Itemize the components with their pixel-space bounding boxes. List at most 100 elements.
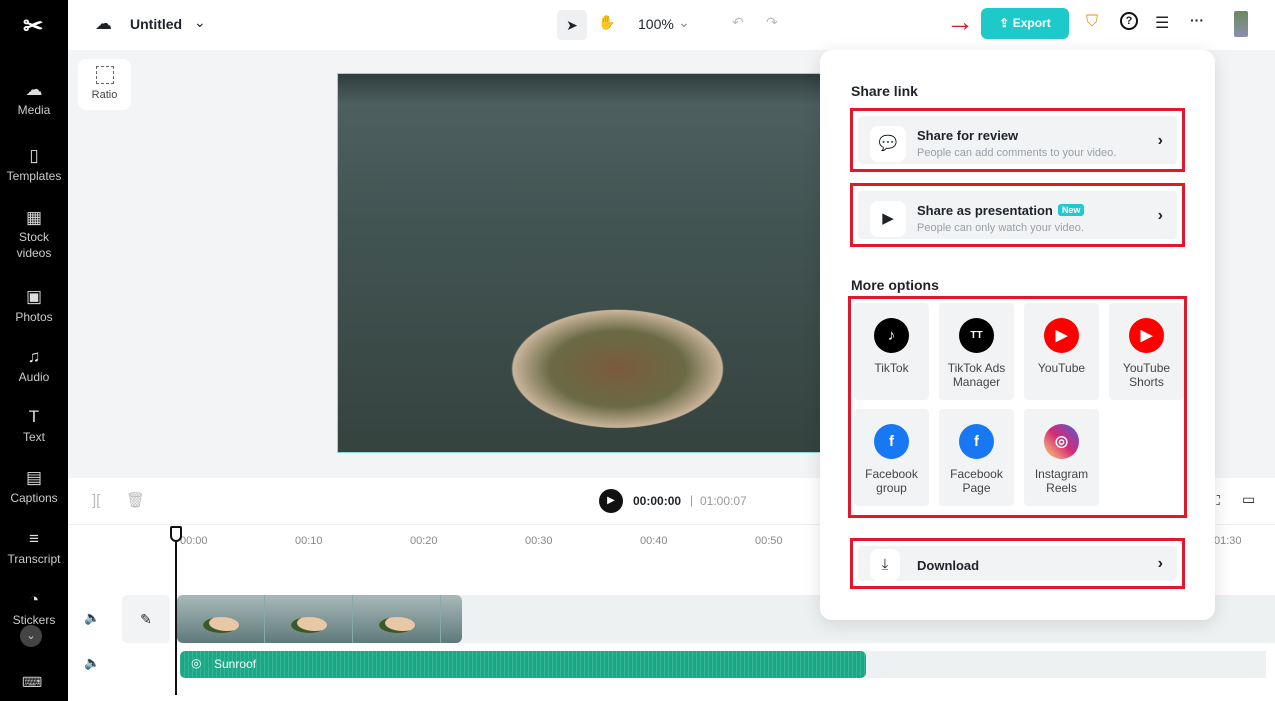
annotation-arrow: → (946, 6, 974, 37)
platform-label: Facebook group (865, 467, 918, 495)
sidebar-item-audio[interactable]: ♫ Audio (0, 347, 68, 384)
sidebar-item-photos[interactable]: ▣ Photos (0, 287, 68, 324)
cloud-upload-icon: ☁ (25, 80, 43, 99)
tiktok-ads-manager-icon: TT (959, 318, 994, 353)
sidebar-item-transcript[interactable]: ≡ Transcript (0, 529, 68, 566)
keyboard-icon[interactable]: ⌨ (22, 674, 42, 691)
video-clip[interactable] (177, 595, 462, 643)
time-separator: | (690, 493, 694, 507)
transcript-icon: ≡ (29, 529, 39, 548)
redo-icon[interactable]: ↷ (766, 14, 778, 31)
preview-icon[interactable]: ▭ (1242, 491, 1255, 508)
share-youtube-button[interactable]: ▶ YouTube (1024, 303, 1099, 400)
platform-label: Facebook Page (950, 467, 1003, 495)
platform-label: TikTok Ads Manager (947, 361, 1006, 389)
share-instagram-reels-button[interactable]: ◎ Instagram Reels (1024, 409, 1099, 506)
film-icon: ▦ (25, 208, 43, 227)
presentation-icon: ▶ (870, 201, 906, 237)
tick-label: 01:30 (1214, 535, 1242, 547)
share-tiktok-button[interactable]: ♪ TikTok (854, 303, 929, 400)
shield-icon[interactable]: ⛉ (1086, 13, 1098, 31)
sidebar-item-captions[interactable]: ▤ Captions (0, 468, 68, 505)
project-title[interactable]: Untitled (130, 16, 182, 32)
music-note-icon: ◎ (191, 656, 202, 670)
youtube-shorts-icon: ▶ (1129, 318, 1164, 353)
help-icon[interactable]: ? (1120, 12, 1138, 30)
sidebar-item-stock-videos[interactable]: ▦ Stock videos (0, 208, 68, 261)
more-icon[interactable]: ··· (1190, 12, 1204, 28)
playhead-handle[interactable] (170, 526, 182, 542)
capcut-logo[interactable]: ✂ (16, 12, 50, 42)
share-as-presentation-option[interactable]: ▶ Share as presentation New People can on… (850, 183, 1185, 247)
zoom-chevron-icon[interactable]: ⌄ (678, 14, 690, 31)
layers-icon[interactable]: ☰ (1155, 13, 1169, 33)
tiktok-icon: ♪ (874, 318, 909, 353)
platforms-grid: ♪ TikTok TT TikTok Ads Manager ▶ YouTube ▶ YouT… (848, 296, 1187, 518)
share-facebook-page-button[interactable]: f Facebook Page (939, 409, 1014, 506)
facebook-page-icon: f (959, 424, 994, 459)
hand-tool-icon[interactable]: ✋ (598, 14, 615, 31)
play-button[interactable]: ▶ (599, 489, 623, 513)
export-icon: ⇪ (999, 16, 1013, 30)
platform-label: TikTok (874, 361, 909, 375)
facebook-group-icon: f (874, 424, 909, 459)
platform-label: YouTube Shorts (1122, 361, 1171, 389)
captions-icon: ▤ (25, 468, 43, 487)
tick-label: 00:10 (295, 535, 323, 547)
sidebar-item-media[interactable]: ☁ Media (0, 80, 68, 117)
tick-label: 00:00 (180, 535, 208, 547)
sticker-icon: ◔ (28, 590, 40, 609)
select-tool-icon[interactable]: ➤ (557, 10, 587, 40)
export-button[interactable]: ⇪ Export (981, 8, 1069, 39)
edit-cover-button[interactable]: ✎ (122, 595, 170, 643)
templates-icon: ▯ (29, 146, 39, 165)
comment-icon: 💬 (870, 126, 906, 162)
undo-icon[interactable]: ↶ (732, 14, 744, 31)
chevron-right-icon: › (1157, 555, 1163, 572)
video-preview[interactable] (337, 73, 821, 453)
avatar[interactable] (1234, 11, 1248, 37)
audio-track-volume-icon[interactable]: 🔈 (84, 655, 100, 671)
pencil-icon: ✎ (140, 611, 152, 627)
share-facebook-group-button[interactable]: f Facebook group (854, 409, 929, 506)
tick-label: 00:30 (525, 535, 553, 547)
top-bar: ☁ Untitled ⌄ ➤ ✋ 100% ⌄ ↶ ↷ → ⇪ Export ⛉… (68, 0, 1275, 50)
playhead[interactable] (175, 527, 177, 695)
ratio-icon (95, 66, 114, 84)
tick-label: 00:40 (640, 535, 668, 547)
ratio-button[interactable]: Ratio (78, 59, 131, 110)
share-youtube-shorts-button[interactable]: ▶ YouTube Shorts (1109, 303, 1184, 400)
share-tiktok-ads-manager-button[interactable]: TT TikTok Ads Manager (939, 303, 1014, 400)
sidebar-item-text[interactable]: T Text (0, 407, 68, 444)
sidebar-item-templates[interactable]: ▯ Templates (0, 146, 68, 183)
sidebar-item-stickers[interactable]: ◔ Stickers (0, 590, 68, 627)
image-icon: ▣ (25, 287, 43, 306)
share-for-review-option[interactable]: 💬 Share for review People can add commen… (850, 108, 1185, 172)
current-time: 00:00:00 (633, 494, 682, 508)
platform-label: Instagram Reels (1034, 467, 1089, 495)
tick-label: 00:20 (410, 535, 438, 547)
download-option[interactable]: ⤓ Download › (850, 538, 1185, 589)
export-popup: Share link 💬 Share for review People can… (820, 50, 1215, 620)
cloud-saved-icon: ☁ (95, 14, 112, 33)
split-icon[interactable]: ][ (92, 492, 100, 509)
sidebar: ✂ ☁ Media ▯ Templates ▦ Stock videos ▣ Photo… (0, 0, 68, 701)
audio-clip[interactable]: ◎ Sunroof (180, 651, 866, 678)
video-track-volume-icon[interactable]: 🔈 (84, 610, 100, 626)
new-badge: New (1057, 204, 1085, 216)
expand-sidebar-button[interactable]: ⌄ (20, 625, 42, 647)
chevron-down-icon[interactable]: ⌄ (194, 14, 206, 31)
delete-icon[interactable]: 🗑 (126, 491, 145, 509)
download-icon: ⤓ (870, 549, 900, 581)
audio-track (866, 651, 1266, 678)
youtube-icon: ▶ (1044, 318, 1079, 353)
more-options-title: More options (851, 277, 939, 293)
zoom-level[interactable]: 100% (638, 16, 674, 32)
chevron-right-icon: › (1157, 132, 1163, 149)
text-icon: T (28, 407, 40, 426)
tick-label: 00:50 (755, 535, 783, 547)
chevron-right-icon: › (1157, 207, 1163, 224)
share-link-title: Share link (851, 83, 918, 99)
platform-label: YouTube (1037, 361, 1086, 375)
music-icon: ♫ (27, 347, 41, 366)
